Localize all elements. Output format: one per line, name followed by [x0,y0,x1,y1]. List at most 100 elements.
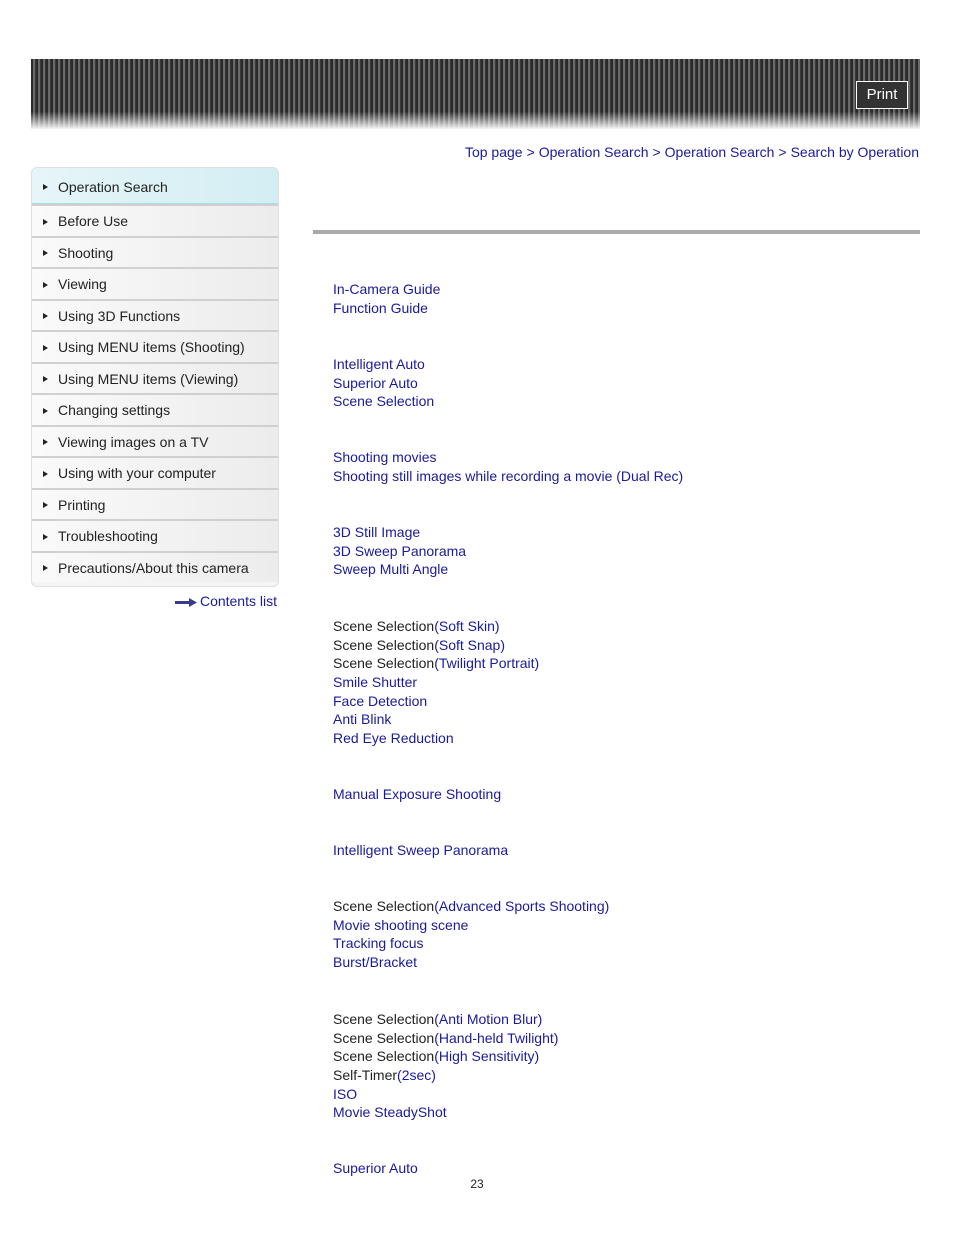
operation-link[interactable]: 3D Sweep Panorama [333,543,466,559]
operation-link[interactable]: Red Eye Reduction [333,730,454,746]
sidebar-item-label: Using MENU items (Viewing) [58,370,239,387]
sidebar-item-troubleshooting[interactable]: Troubleshooting [32,519,278,551]
list-item: Anti Blink [333,710,539,729]
operation-link[interactable]: Anti Blink [333,711,391,727]
triangle-right-icon [43,250,48,257]
operation-link[interactable]: Smile Shutter [333,674,417,690]
sidebar-item-label: Printing [58,496,106,513]
sidebar-item-shooting[interactable]: Shooting [32,235,278,267]
operation-link[interactable]: (Hand-held Twilight) [434,1030,558,1046]
breadcrumb-top-page[interactable]: Top page [465,144,523,160]
operation-link[interactable]: Manual Exposure Shooting [333,786,501,802]
triangle-right-icon [43,376,48,383]
list-item: Intelligent Sweep Panorama [333,841,508,860]
list-item: Manual Exposure Shooting [333,785,501,804]
list-item: Superior Auto [333,374,434,393]
operation-link[interactable]: Shooting still images while recording a … [333,468,683,484]
operation-link[interactable]: Sweep Multi Angle [333,561,448,577]
operation-link[interactable]: Shooting movies [333,449,437,465]
item-prefix: Scene Selection [333,1011,435,1027]
operation-link[interactable]: Movie SteadyShot [333,1104,447,1120]
operation-link[interactable]: Burst/Bracket [333,954,417,970]
list-item: 3D Still Image [333,523,466,542]
sidebar-item-operation-search[interactable]: Operation Search [32,168,278,204]
sidebar-item-printing[interactable]: Printing [32,487,278,519]
operation-group: In-Camera Guide Function Guide [333,280,440,317]
item-prefix: Scene Selection [333,898,435,914]
operation-link[interactable]: 3D Still Image [333,524,420,540]
operation-group: Scene Selection(Anti Motion Blur) Scene S… [333,1010,558,1122]
operation-link[interactable]: Face Detection [333,693,427,709]
sidebar-item-using-3d-functions[interactable]: Using 3D Functions [32,298,278,330]
operation-link[interactable]: Superior Auto [333,1160,418,1176]
list-item: Scene Selection [333,392,434,411]
operation-group: Scene Selection(Soft Skin) Scene Selectio… [333,617,539,748]
operation-link[interactable]: In-Camera Guide [333,281,440,297]
operation-link[interactable]: Intelligent Auto [333,356,425,372]
operation-link[interactable]: (High Sensitivity) [434,1048,539,1064]
triangle-right-icon [43,439,48,446]
list-item: Shooting movies [333,448,683,467]
operation-link[interactable]: Movie shooting scene [333,917,468,933]
operation-link[interactable]: Scene Selection [333,393,434,409]
sidebar-item-before-use[interactable]: Before Use [32,204,278,236]
operation-group: Scene Selection(Advanced Sports Shooting… [333,897,609,972]
list-item: In-Camera Guide [333,280,440,299]
list-item: Movie shooting scene [333,916,609,935]
breadcrumb: Top page > Operation Search > Operation Sear… [465,144,919,160]
operation-link[interactable]: (2sec) [397,1067,436,1083]
list-item: Function Guide [333,299,440,318]
operation-group: Intelligent Sweep Panorama [333,841,508,860]
breadcrumb-operation-search-2[interactable]: Operation Search [665,144,775,160]
operation-link[interactable]: (Anti Motion Blur) [434,1011,542,1027]
list-item: Self-Timer(2sec) [333,1066,558,1085]
list-item: Shooting still images while recording a … [333,467,683,486]
contents-list-label: Contents list [199,593,277,609]
operation-link[interactable]: Superior Auto [333,375,418,391]
breadcrumb-operation-search[interactable]: Operation Search [539,144,649,160]
item-prefix: Scene Selection [333,636,435,653]
sidebar-item-label: Precautions/About this camera [58,559,249,576]
list-item: Scene Selection(Soft Skin) [333,617,539,636]
list-item: Scene Selection(Anti Motion Blur) [333,1010,558,1029]
operation-link[interactable]: (Soft Skin) [434,618,499,634]
sidebar-item-label: Using 3D Functions [58,307,181,324]
operation-link[interactable]: Intelligent Sweep Panorama [333,842,508,858]
operation-link[interactable]: Tracking focus [333,935,424,951]
item-prefix: Scene Selection [333,618,435,634]
sidebar-item-viewing[interactable]: Viewing [32,267,278,299]
sidebar-item-precautions-about-this-camera[interactable]: Precautions/About this camera [32,550,278,582]
sidebar-item-label: Shooting [58,244,114,261]
sidebar-nav: Operation Search Before Use Shooting Viewin… [31,167,279,587]
sidebar-item-label: Before Use [58,213,129,229]
operation-link[interactable]: Function Guide [333,300,428,316]
sidebar-item-label: Viewing [58,276,107,292]
print-button[interactable]: Print [856,81,908,109]
operation-link[interactable]: (Advanced Sports Shooting) [434,898,609,914]
operation-link[interactable]: (Soft Snap) [434,637,505,653]
sidebar-item-using-menu-items-viewing[interactable]: Using MENU items (Viewing) [32,361,278,393]
breadcrumb-separator: > [652,144,661,160]
list-item: Scene Selection(High Sensitivity) [333,1047,558,1066]
operation-group: Intelligent Auto Superior Auto Scene Selec… [333,355,434,411]
sidebar-item-label: Changing settings [58,402,171,418]
sidebar-item-label: Troubleshooting [58,528,158,544]
operation-link[interactable]: (Twilight Portrait) [434,655,539,671]
list-item: Superior Auto [333,1159,418,1178]
title-divider [313,230,920,234]
list-item: Scene Selection(Twilight Portrait) [333,654,539,673]
contents-list-link[interactable]: Contents list [174,593,277,609]
sidebar-item-changing-settings[interactable]: Changing settings [32,393,278,425]
sidebar-item-viewing-images-on-a-tv[interactable]: Viewing images on a TV [32,424,278,456]
triangle-right-icon [43,533,48,540]
operation-group: Manual Exposure Shooting [333,785,501,804]
operation-group: Shooting movies Shooting still images whi… [333,448,683,485]
sidebar-item-using-menu-items-shooting[interactable]: Using MENU items (Shooting) [32,330,278,362]
list-item: Red Eye Reduction [333,729,539,748]
breadcrumb-search-by-operation[interactable]: Search by Operation [791,144,919,160]
sidebar-item-using-with-your-computer[interactable]: Using with your computer [32,456,278,488]
triangle-right-icon [43,502,48,509]
operation-link[interactable]: ISO [333,1086,357,1102]
sidebar-item-label: Viewing images on a TV [58,433,209,450]
list-item: Scene Selection(Hand-held Twilight) [333,1029,558,1048]
